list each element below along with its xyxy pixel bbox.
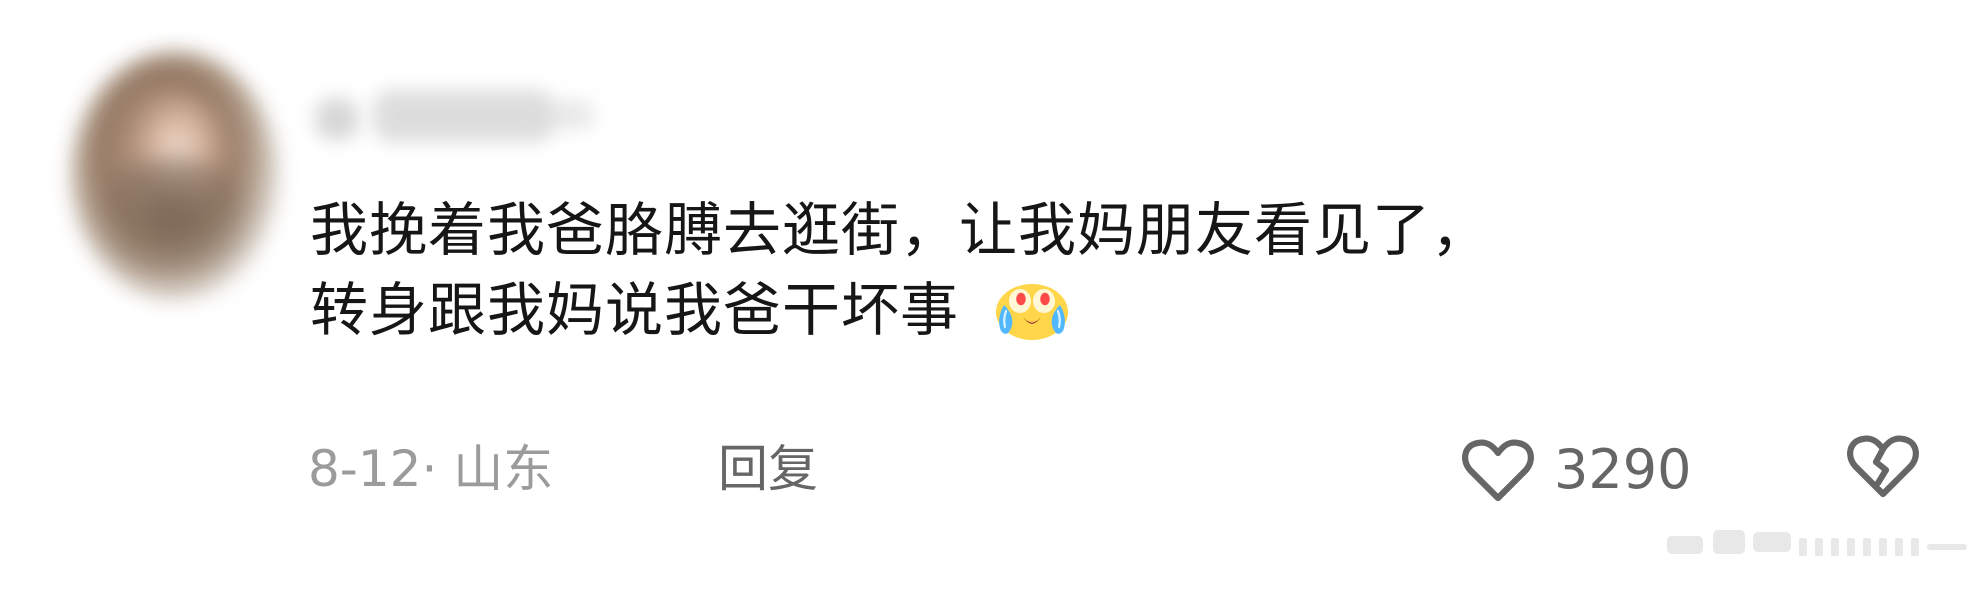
like-button[interactable]: 3290 xyxy=(1458,430,1691,510)
avatar[interactable] xyxy=(72,52,278,300)
comment-line-1: 我挽着我爸胳膊去逛街，让我妈朋友看见了， xyxy=(310,196,1491,264)
blurred-username xyxy=(315,80,600,162)
dislike-button[interactable] xyxy=(1843,430,1927,510)
reply-button[interactable]: 回复 xyxy=(718,434,818,504)
watermark-logo xyxy=(1667,530,1967,556)
comment-line-2: 转身跟我妈说我爸干坏事 xyxy=(310,270,1870,350)
comment-date-location: 8-12· 山东 xyxy=(308,440,554,498)
broken-heart-icon xyxy=(1847,435,1919,498)
comment-text: 我挽着我爸胳膊去逛街，让我妈朋友看见了， 转身跟我妈说我爸干坏事 xyxy=(310,190,1870,350)
comment-line-2-text: 转身跟我妈说我爸干坏事 xyxy=(310,276,960,344)
like-count: 3290 xyxy=(1554,438,1692,501)
crying-laughing-emoji-icon xyxy=(996,283,1069,340)
heart-icon xyxy=(1462,439,1534,502)
